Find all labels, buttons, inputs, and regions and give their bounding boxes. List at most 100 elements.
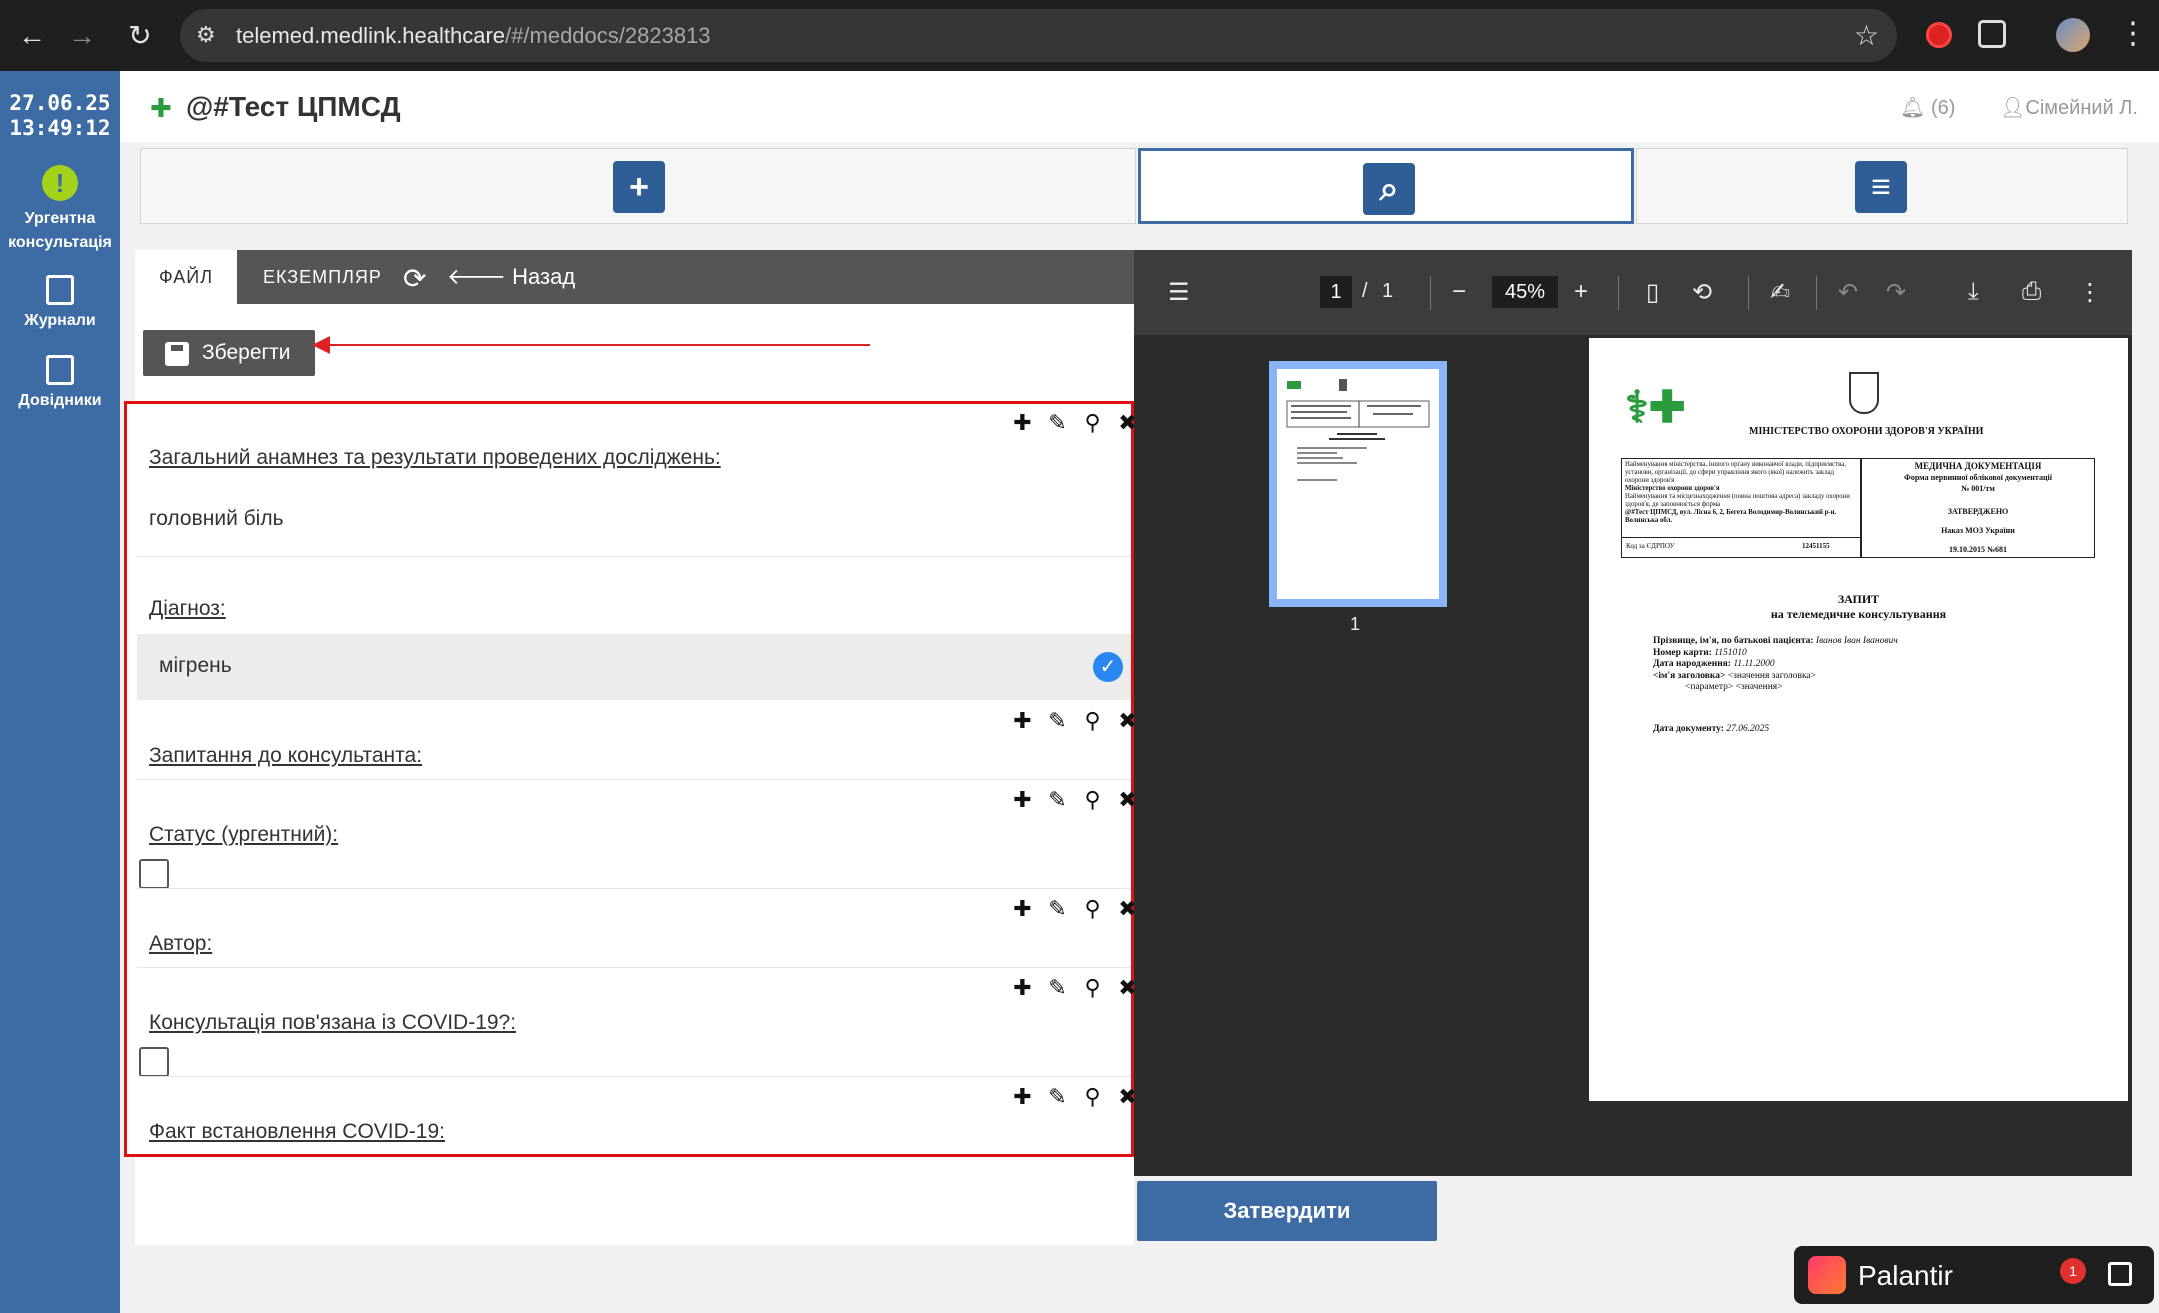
edrpou-row: Код за ЄДРПОУ 12451155 (1621, 538, 1861, 558)
refresh-icon[interactable]: ⟳ (403, 262, 426, 295)
checkmark-icon[interactable]: ✓ (1093, 652, 1123, 682)
page-number-input[interactable]: 1 (1320, 276, 1352, 308)
logo-icon: ✚ (150, 93, 172, 123)
forward-arrow-icon[interactable]: → (64, 18, 100, 54)
brush-icon[interactable]: ⚲ (1075, 1084, 1110, 1110)
add-icon[interactable]: ✚ (1005, 896, 1040, 922)
zoom-in-icon[interactable]: + (1574, 278, 1588, 306)
download-icon[interactable]: ⤓ (1968, 278, 1979, 306)
diagnosis-input[interactable]: мігрень ✓ (137, 634, 1131, 700)
card-label: Номер карти: (1653, 647, 1712, 658)
user-menu[interactable]: 👤︎Сімейний Л. (2000, 95, 2138, 120)
brush-icon[interactable]: ⚲ (1075, 708, 1110, 734)
reference-book-icon (46, 355, 74, 385)
window-icon[interactable] (2108, 1262, 2132, 1286)
brush-icon[interactable]: ⚲ (1075, 975, 1110, 1001)
tab-medical-folder[interactable]: + (140, 148, 1136, 224)
field-label: Статус (ургентний): (149, 823, 339, 846)
field-label: Діагноз: (149, 597, 226, 620)
clock-time: 13:49:12 (9, 116, 111, 140)
doc-heading-2: на телемедичне консультування (1770, 607, 1947, 621)
pencil-icon[interactable]: ✎ (1040, 896, 1075, 922)
save-button[interactable]: Зберегти (143, 330, 315, 376)
editor-subtabs: ФАЙЛ ЕКЗЕМПЛЯР ⟳ 🡐 Назад (135, 250, 1134, 304)
sidebar-item-journals[interactable]: Журнали (0, 275, 120, 333)
extension-icon[interactable] (1926, 22, 1952, 48)
edrpou-value: 12451155 (1802, 542, 1830, 550)
redo-icon[interactable]: ↷ (1886, 278, 1906, 307)
field-value[interactable]: головний біль (149, 507, 284, 531)
reload-icon[interactable]: ↻ (122, 18, 158, 54)
order-date: 19.10.2015 №681 (1948, 545, 2008, 554)
urgent-checkbox[interactable] (139, 859, 169, 889)
sidebar-item-references[interactable]: Довідники (0, 355, 120, 413)
rotate-icon[interactable]: ⟲ (1692, 278, 1712, 307)
page-thumbnail[interactable] (1269, 361, 1447, 607)
param-line: <параметр> <значення> (1685, 682, 1783, 692)
browser-menu-icon[interactable]: ⋮ (2118, 16, 2148, 51)
zoom-level[interactable]: 45% (1492, 276, 1558, 308)
covid-checkbox[interactable] (139, 1047, 169, 1077)
document-tabs: + ⌕ ≡ (140, 148, 2128, 224)
right-title: МЕДИЧНА ДОКУМЕНТАЦІЯ (1914, 461, 2042, 471)
brush-icon[interactable]: ⚲ (1075, 896, 1110, 922)
sidebar-toggle-icon[interactable]: ☰ (1168, 278, 1190, 307)
divider (137, 967, 1131, 968)
profile-avatar[interactable] (2056, 18, 2090, 52)
tab-document-preview[interactable]: ⌕ (1138, 148, 1634, 224)
brush-icon[interactable]: ⚲ (1075, 787, 1110, 813)
doc-heading: ЗАПИТ на телемедичне консультування (1589, 592, 2128, 622)
bookmark-star-icon[interactable]: ☆ (1854, 19, 1879, 52)
docdate-value: 27.06.2025 (1726, 724, 1770, 734)
add-icon[interactable]: ✚ (1005, 708, 1040, 734)
thumbnail-content (1277, 369, 1439, 599)
dob-value: 11.11.2000 (1733, 659, 1775, 669)
brush-icon[interactable]: ⚲ (1075, 410, 1110, 436)
print-icon[interactable]: ⎙ (2022, 278, 2041, 306)
right-num: № 001/тм (1961, 484, 1995, 493)
left-block-text: Найменування міністерства, іншого органу… (1625, 461, 1846, 484)
approve-button[interactable]: Затвердити (1137, 1181, 1437, 1241)
divider (137, 556, 1131, 557)
back-button[interactable]: 🡐 Назад (447, 264, 575, 290)
site-settings-icon[interactable]: ⚙ (196, 23, 220, 47)
docdate-label: Дата документу: (1653, 724, 1724, 734)
pencil-icon[interactable]: ✎ (1040, 787, 1075, 813)
back-arrow-icon[interactable]: ← (14, 18, 50, 54)
fit-page-icon[interactable]: ▯ (1646, 278, 1659, 307)
left-arrow-icon: 🡐 (447, 264, 506, 289)
field-label: Факт встановлення COVID-19: (149, 1120, 445, 1143)
floppy-disk-icon (165, 342, 189, 366)
extensions-puzzle-icon[interactable] (1978, 20, 2006, 48)
doc-right-block: МЕДИЧНА ДОКУМЕНТАЦІЯ Форма первинної обл… (1861, 458, 2095, 558)
page-title: @#Тест ЦПМСД (186, 91, 401, 122)
tab-instance[interactable]: ЕКЗЕМПЛЯР (239, 250, 406, 304)
toolbar-divider (1748, 276, 1749, 310)
pencil-icon[interactable]: ✎ (1040, 975, 1075, 1001)
pencil-icon[interactable]: ✎ (1040, 1084, 1075, 1110)
palantir-widget[interactable]: Palantir 1 (1794, 1246, 2154, 1304)
pencil-icon[interactable]: ✎ (1040, 708, 1075, 734)
zoom-out-icon[interactable]: − (1452, 278, 1466, 306)
add-icon[interactable]: ✚ (1005, 975, 1040, 1001)
field-label: Загальний анамнез та результати проведен… (149, 446, 721, 469)
tab-list[interactable]: ≡ (1636, 148, 2128, 224)
address-bar[interactable]: ⚙ telemed.medlink.healthcare/#/meddocs/2… (180, 9, 1897, 62)
add-icon[interactable]: ✚ (1005, 787, 1040, 813)
left-block-text-2: Найменування та місцезнаходження (повна … (1625, 493, 1850, 508)
more-options-icon[interactable]: ⋮ (2078, 278, 2102, 307)
sidebar-item-urgent[interactable]: ! Ургентна консультація (0, 165, 120, 255)
notifications[interactable]: 🔔︎ (6) (1900, 95, 1955, 120)
annotate-icon[interactable]: ✍ (1770, 278, 1790, 307)
app-header: ✚ @#Тест ЦПМСД 🔔︎ (6) 👤︎Сімейний Л. (120, 71, 2159, 142)
url-text[interactable]: telemed.medlink.healthcare/#/meddocs/282… (236, 23, 711, 49)
field-label: Автор: (149, 932, 213, 955)
left-address: @#Тест ЦПМСД, вул. Лісна 6, 2, Бегета Во… (1625, 509, 1837, 524)
undo-icon[interactable]: ↶ (1838, 278, 1858, 307)
left-sidebar: 27.06.25 13:49:12 ! Ургентна консультаці… (0, 71, 120, 1313)
add-icon[interactable]: ✚ (1005, 1084, 1040, 1110)
pencil-icon[interactable]: ✎ (1040, 410, 1075, 436)
add-icon[interactable]: ✚ (1005, 410, 1040, 436)
doc-date: Дата документу: 27.06.2025 (1653, 724, 1769, 734)
tab-file[interactable]: ФАЙЛ (135, 250, 238, 304)
